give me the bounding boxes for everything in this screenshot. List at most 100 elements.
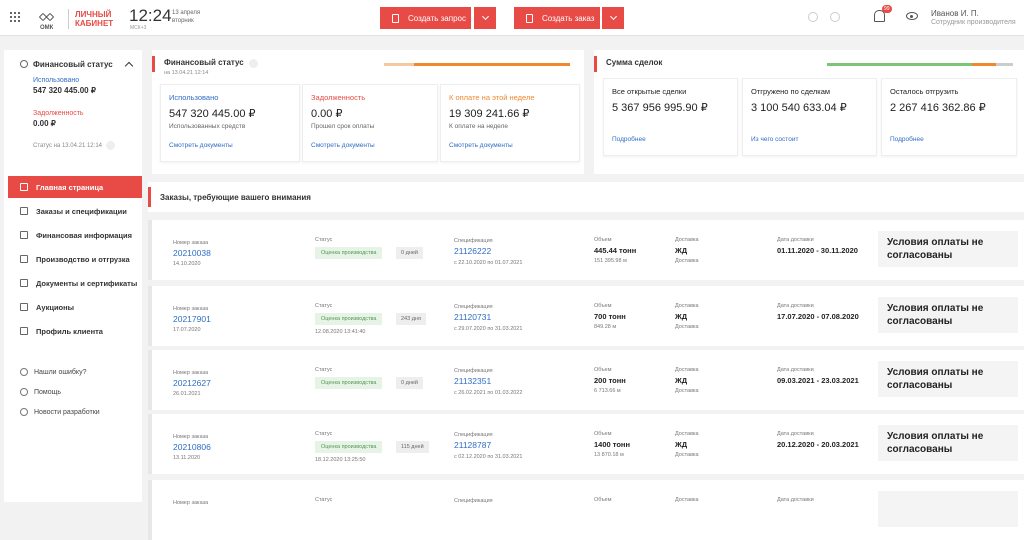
spec-link[interactable]: 21120731 <box>454 312 491 322</box>
truck-icon <box>20 255 28 263</box>
notification-badge: 99 <box>882 5 892 13</box>
spec-label: Спецификация <box>454 432 493 438</box>
volume-sub: 6 713.66 м <box>594 388 621 394</box>
status-label: Статус <box>315 497 333 503</box>
delivery-date-range: 20.12.2020 - 20.03.2021 <box>777 440 859 449</box>
orders-icon <box>20 207 28 215</box>
delivery-sub: Доставка <box>675 258 699 264</box>
status-label: Статус <box>315 237 333 243</box>
sidebar-item-finance[interactable]: Финансовая информация <box>8 224 142 246</box>
volume-value: 445.44 тонн <box>594 246 637 255</box>
apps-grid-icon[interactable] <box>10 12 20 22</box>
mail-icon[interactable] <box>830 12 840 22</box>
sidebar-link-news[interactable]: Новости разработки <box>8 404 142 420</box>
finance-icon <box>20 231 28 239</box>
view-documents-link[interactable]: Смотреть документы <box>169 142 233 149</box>
sidebar-link-bug[interactable]: Нашли ошибку? <box>8 364 142 380</box>
eye-icon[interactable] <box>906 12 918 20</box>
spec-label: Спецификация <box>454 368 493 374</box>
deals-card: Сумма сделок Все открытые сделки 5 367 9… <box>594 50 1024 174</box>
help-icon <box>20 388 28 396</box>
status-badge: Оценка производства <box>315 377 383 389</box>
create-request-dropdown[interactable] <box>474 7 496 29</box>
spec-period: с 22.10.2020 по 01.07.2021 <box>454 260 523 266</box>
status-days: 0 дней <box>396 377 423 389</box>
table-row[interactable]: Номер заказа 20212627 26.01.2021 Статус Оцен… <box>148 350 1024 410</box>
order-number-label: Номер заказа <box>173 370 209 376</box>
volume-sub: 13 870.18 м <box>594 452 624 458</box>
order-number-link[interactable]: 20210806 <box>173 442 211 452</box>
sidebar-debt-label: Задолженность <box>33 110 84 117</box>
create-order-dropdown[interactable] <box>602 7 624 29</box>
status-days: 243 дня <box>396 313 426 325</box>
volume-label: Объем <box>594 303 612 309</box>
delivery-label: Доставка <box>675 237 699 243</box>
details-link[interactable]: Подробнее <box>890 136 924 143</box>
refresh-icon[interactable] <box>106 141 115 150</box>
delivery-value: ЖД <box>675 246 688 255</box>
create-order-button[interactable]: Создать заказ <box>514 7 600 29</box>
user-name[interactable]: Иванов И. П. <box>931 9 979 18</box>
fin-block-week: К оплате на этой неделе 19 309 241.66 ₽ … <box>440 84 580 162</box>
spec-period: с 26.02.2021 по 01.03.2022 <box>454 390 523 396</box>
timezone: МСК+3 <box>130 25 147 31</box>
status-days: 0 дней <box>396 247 423 259</box>
delivery-value: ЖД <box>675 376 688 385</box>
documents-icon <box>20 279 28 287</box>
sidebar-item-profile[interactable]: Профиль клиента <box>8 320 142 342</box>
order-date: 17.07.2020 <box>173 327 201 333</box>
finance-status-icon <box>20 60 28 68</box>
info-icon <box>20 368 28 376</box>
sidebar-link-help[interactable]: Помощь <box>8 384 142 400</box>
chevron-up-icon[interactable] <box>124 61 134 71</box>
delivery-date-range: 01.11.2020 - 30.11.2020 <box>777 246 858 255</box>
breakdown-link[interactable]: Из чего состоит <box>751 136 798 143</box>
create-request-button[interactable]: Создать запрос <box>380 7 471 29</box>
logo[interactable]: ОМК ЛИЧНЫЙ КАБИНЕТ <box>38 9 113 31</box>
volume-sub: 849.28 м <box>594 324 617 330</box>
sidebar-item-documents[interactable]: Документы и сертификаты <box>8 272 142 294</box>
delivery-date-label: Дата доставки <box>777 303 814 309</box>
volume-label: Объем <box>594 237 612 243</box>
refresh-icon[interactable] <box>249 59 258 68</box>
spec-period: с 02.12.2020 по 31.03.2021 <box>454 454 523 460</box>
sidebar-item-production[interactable]: Производство и отгрузка <box>8 248 142 270</box>
news-icon <box>20 408 28 416</box>
sidebar-item-auctions[interactable]: Аукционы <box>8 296 142 318</box>
spec-link[interactable]: 21132351 <box>454 376 491 386</box>
order-date: 13.11.2020 <box>173 455 201 461</box>
order-date: 14.10.2020 <box>173 261 201 267</box>
sidebar-item-home[interactable]: Главная страница <box>8 176 142 198</box>
status-label: Статус <box>315 431 333 437</box>
sidebar-item-orders[interactable]: Заказы и спецификации <box>8 200 142 222</box>
volume-label: Объем <box>594 367 612 373</box>
status-days: 115 дней <box>396 441 429 453</box>
view-documents-link[interactable]: Смотреть документы <box>311 142 375 149</box>
omk-logo-icon: ОМК <box>38 12 58 31</box>
financial-status-card: Финансовый статус на 13.04.21 12:14 Испо… <box>152 50 584 174</box>
volume-value: 200 тонн <box>594 376 626 385</box>
spec-link[interactable]: 21128787 <box>454 440 491 450</box>
order-number-link[interactable]: 20210038 <box>173 248 211 258</box>
delivery-value: ЖД <box>675 312 688 321</box>
order-number-link[interactable]: 20217901 <box>173 314 211 324</box>
sidebar-used-value: 547 320 445.00 ₽ <box>33 86 96 95</box>
spec-link[interactable]: 21126222 <box>454 246 491 256</box>
fin-card-title: Финансовый статус <box>164 58 244 67</box>
user-role: Сотрудник производителя <box>931 19 1016 26</box>
table-row[interactable]: Номер заказа 20210038 14.10.2020 Статус Оцен… <box>148 220 1024 280</box>
order-number-label: Номер заказа <box>173 240 209 246</box>
fin-block-used: Использовано 547 320 445.00 ₽ Использова… <box>160 84 300 162</box>
payment-terms-box: Условия оплаты не согласованы <box>878 231 1018 267</box>
table-row[interactable]: Номер заказа 20210806 13.11.2020 Статус Оцен… <box>148 414 1024 474</box>
table-row[interactable]: Номер заказа 20217901 17.07.2020 Статус Оцен… <box>148 286 1024 346</box>
clock-date: 13 апреля вторник <box>172 10 201 24</box>
payment-terms-box: Условия оплаты не согласованы <box>878 361 1018 397</box>
details-link[interactable]: Подробнее <box>612 136 646 143</box>
order-number-link[interactable]: 20212627 <box>173 378 211 388</box>
moon-icon[interactable] <box>808 12 818 22</box>
view-documents-link[interactable]: Смотреть документы <box>449 142 513 149</box>
status-badge: Оценка производства <box>315 247 383 259</box>
table-row[interactable]: Номер заказа Статус Спецификация Объем Доста… <box>148 480 1024 540</box>
sidebar: Финансовый статус Использовано 547 320 4… <box>4 50 142 502</box>
